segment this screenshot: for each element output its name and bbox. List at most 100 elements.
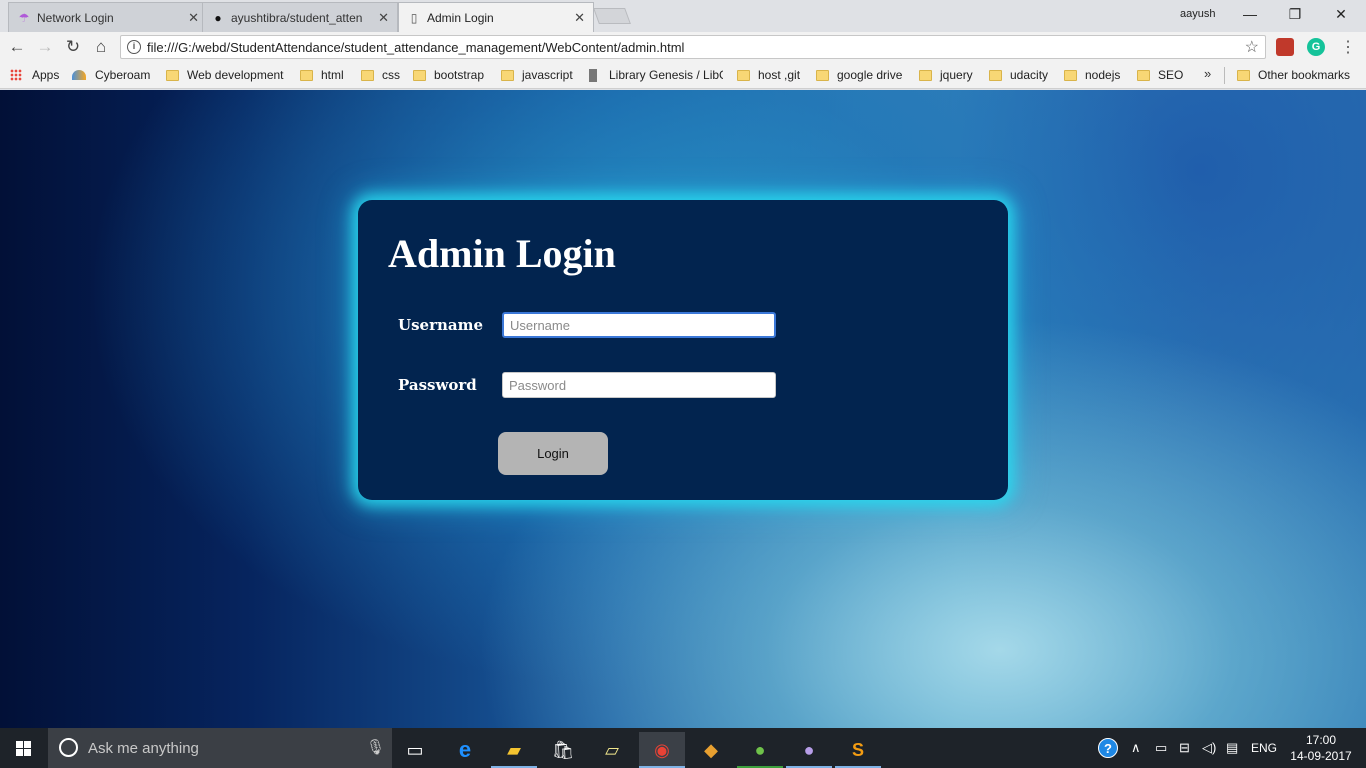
- folder-icon: [166, 69, 179, 81]
- github-desktop-icon[interactable]: ●: [786, 732, 832, 768]
- bookmark-web-development[interactable]: Web development: [166, 67, 284, 83]
- extension-book-icon[interactable]: [1276, 38, 1294, 56]
- bookmark-nodejs[interactable]: nodejs: [1064, 67, 1120, 83]
- browser-toolbar: ← → ↻ ⌂ i file:///G:/webd/StudentAttenda…: [0, 32, 1366, 62]
- sticky-notes-icon[interactable]: ▱: [589, 732, 635, 768]
- home-icon[interactable]: ⌂: [91, 37, 111, 57]
- search-placeholder: Ask me anything: [88, 740, 199, 757]
- window-close-icon[interactable]: ✕: [1331, 4, 1351, 24]
- password-label: Password: [398, 376, 477, 394]
- grammarly-icon[interactable]: G: [1307, 38, 1325, 56]
- bookmark-label: javascript: [522, 68, 573, 82]
- bookmark-apps[interactable]: Apps: [10, 67, 59, 83]
- bookmark-host-git[interactable]: host ,git: [737, 67, 800, 83]
- bookmark-label: Web development: [187, 68, 284, 82]
- address-bar[interactable]: i file:///G:/webd/StudentAttendance/stud…: [120, 35, 1266, 59]
- page-title: Admin Login: [388, 231, 616, 276]
- notification-icon[interactable]: ▤: [1226, 740, 1238, 756]
- bookmark-udacity[interactable]: udacity: [989, 67, 1048, 83]
- microphone-icon[interactable]: 🎙: [366, 738, 385, 756]
- windows-logo-icon: [16, 741, 31, 756]
- browser-title-bar: ☂ Network Login ✕ ● ayushtibra/student_a…: [0, 0, 1366, 32]
- close-icon[interactable]: ✕: [378, 10, 389, 26]
- tab-github[interactable]: ● ayushtibra/student_atten ✕: [202, 2, 398, 32]
- info-icon[interactable]: i: [127, 40, 141, 54]
- bookmark-other[interactable]: Other bookmarks: [1237, 67, 1350, 83]
- globe-app-icon[interactable]: ●: [737, 732, 783, 768]
- chrome-icon[interactable]: ◉: [639, 732, 685, 768]
- network-status-icon[interactable]: ⊟: [1179, 740, 1190, 756]
- back-arrow-icon[interactable]: ←: [7, 37, 27, 57]
- bookmark-seo[interactable]: SEO: [1137, 67, 1183, 83]
- volume-icon[interactable]: ◁): [1202, 740, 1216, 756]
- menu-dots-icon[interactable]: ⋮: [1340, 37, 1356, 57]
- help-icon[interactable]: ?: [1098, 738, 1118, 758]
- bookmark-library-genesis[interactable]: Library Genesis / LibG: [589, 67, 723, 83]
- tab-network-login[interactable]: ☂ Network Login ✕: [8, 2, 208, 32]
- bookmark-label: Other bookmarks: [1258, 68, 1351, 82]
- bookmark-jquery[interactable]: jquery: [919, 67, 973, 83]
- folder-icon: [413, 69, 426, 81]
- bookmark-label: jquery: [940, 68, 973, 82]
- folder-icon: [1237, 69, 1250, 81]
- close-icon[interactable]: ✕: [188, 10, 199, 26]
- forward-arrow-icon[interactable]: →: [35, 37, 55, 57]
- task-view-icon[interactable]: ▭: [392, 732, 438, 768]
- clock[interactable]: 17:00 14-09-2017: [1288, 732, 1354, 764]
- folder-icon: [300, 69, 313, 81]
- folder-icon: [1064, 69, 1077, 81]
- bookmark-javascript[interactable]: javascript: [501, 67, 573, 83]
- store-icon[interactable]: 🛍: [540, 732, 586, 768]
- bookmark-label: nodejs: [1085, 68, 1121, 82]
- language-indicator[interactable]: ENG: [1251, 741, 1277, 755]
- folder-icon: [1137, 69, 1150, 81]
- tab-title: ayushtibra/student_atten: [231, 10, 363, 25]
- bookmark-google-drive[interactable]: google drive: [816, 67, 902, 83]
- sublime-text-icon[interactable]: S: [835, 732, 881, 768]
- cyberoam-icon: [72, 70, 86, 80]
- close-icon[interactable]: ✕: [574, 10, 585, 26]
- page-background: Admin Login Username Password Login: [0, 90, 1366, 728]
- cortana-search-box[interactable]: Ask me anything 🎙: [48, 728, 392, 768]
- bookmark-label: html: [321, 68, 344, 82]
- battery-icon[interactable]: ▭: [1155, 740, 1167, 756]
- book-icon: [589, 68, 597, 82]
- folder-icon: [989, 69, 1002, 81]
- password-input[interactable]: [502, 372, 776, 398]
- bookmarks-divider: [1224, 67, 1225, 84]
- tab-admin-login[interactable]: ▯ Admin Login ✕: [398, 2, 594, 32]
- username-input[interactable]: [502, 312, 776, 338]
- bookmark-bootstrap[interactable]: bootstrap: [413, 67, 484, 83]
- bookmark-label: Cyberoam: [95, 68, 151, 82]
- bookmark-cyberoam[interactable]: Cyberoam: [72, 67, 150, 83]
- login-button[interactable]: Login: [498, 432, 608, 475]
- bookmark-label: google drive: [837, 68, 903, 82]
- bookmark-html[interactable]: html: [300, 67, 344, 83]
- edge-icon[interactable]: e: [442, 732, 488, 768]
- bookmark-label: host ,git: [758, 68, 801, 82]
- bookmark-css[interactable]: css: [361, 67, 400, 83]
- url-text[interactable]: file:///G:/webd/StudentAttendance/studen…: [147, 40, 684, 55]
- restore-icon[interactable]: ❐: [1285, 4, 1305, 24]
- bookmarks-bar: Apps Cyberoam Web development html css b…: [0, 62, 1366, 89]
- chevron-up-icon[interactable]: ∧: [1131, 740, 1141, 756]
- minimize-icon[interactable]: —: [1240, 4, 1260, 24]
- bookmark-label: css: [382, 68, 400, 82]
- github-icon: ●: [214, 11, 222, 25]
- file-explorer-icon[interactable]: ▰: [491, 732, 537, 768]
- bookmark-label: Apps: [32, 68, 60, 82]
- reload-icon[interactable]: ↻: [63, 37, 83, 57]
- bookmark-label: bootstrap: [434, 68, 485, 82]
- git-icon[interactable]: ◆: [688, 732, 734, 768]
- network-icon: ☂: [18, 11, 30, 25]
- apps-grid-icon: [10, 69, 22, 81]
- page-icon: ▯: [410, 11, 418, 25]
- profile-name[interactable]: aayush: [1180, 8, 1215, 20]
- bookmark-star-icon[interactable]: ☆: [1245, 37, 1259, 57]
- start-button[interactable]: [0, 728, 48, 768]
- bookmark-label: udacity: [1010, 68, 1049, 82]
- taskbar: Ask me anything 🎙 ▭ e ▰ 🛍 ▱ ◉ ◆ ● ● S ? …: [0, 728, 1366, 768]
- bookmarks-overflow-button[interactable]: »: [1204, 66, 1211, 81]
- login-card: Admin Login Username Password Login: [358, 200, 1008, 500]
- new-tab-button[interactable]: [593, 8, 631, 24]
